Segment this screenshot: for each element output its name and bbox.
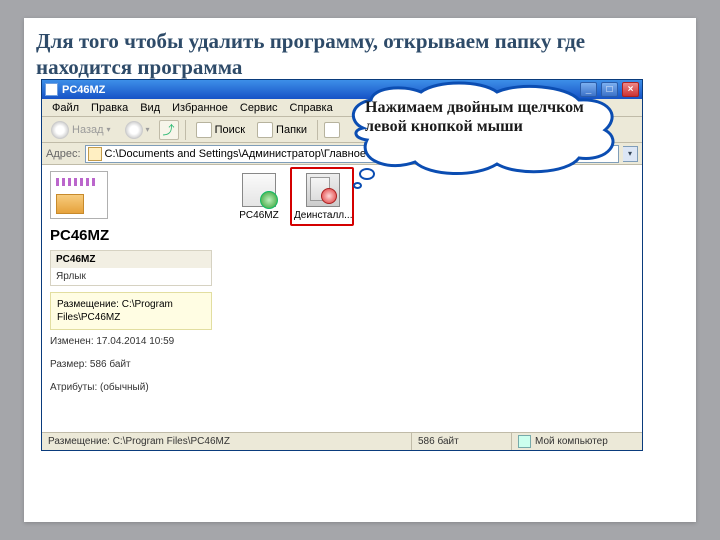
statusbar: Размещение: C:\Program Files\PC46MZ 586 … <box>42 432 642 450</box>
computer-icon <box>518 435 531 448</box>
menu-view[interactable]: Вид <box>136 101 164 115</box>
callout-tail-1 <box>359 168 375 180</box>
menu-help[interactable]: Справка <box>286 101 337 115</box>
details-block: PC46MZ Ярлык <box>50 250 212 286</box>
menu-tools[interactable]: Сервис <box>236 101 282 115</box>
search-icon <box>196 122 212 138</box>
folder-icon <box>88 147 102 161</box>
slide-headline: Для того чтобы удалить программу, открыв… <box>36 28 684 81</box>
attrs-row: Атрибуты: (обычный) <box>50 382 212 393</box>
menu-edit[interactable]: Правка <box>87 101 132 115</box>
file-list[interactable]: PC46MZ Деинсталл... <box>220 165 642 432</box>
pane-title: PC46MZ <box>50 227 212 244</box>
search-label: Поиск <box>215 124 245 136</box>
back-button[interactable]: ← Назад ▾ <box>46 120 116 140</box>
placement-label: Размещение: <box>57 299 119 310</box>
shortcut-icon <box>242 173 276 207</box>
folder-thumbnail <box>50 171 108 219</box>
modified-row: Изменен: 17.04.2014 10:59 <box>50 336 212 347</box>
content-area: PC46MZ PC46MZ Ярлык Размещение: C:\Progr… <box>42 165 642 432</box>
status-size: 586 байт <box>412 433 512 450</box>
window-title: PC46MZ <box>62 84 105 96</box>
forward-dropdown-icon: ▾ <box>146 125 150 134</box>
close-button[interactable]: × <box>622 82 639 97</box>
status-path: Размещение: C:\Program Files\PC46MZ <box>42 433 412 450</box>
menu-favorites[interactable]: Избранное <box>168 101 232 115</box>
callout-tail-2 <box>353 182 362 189</box>
info-pane: PC46MZ PC46MZ Ярлык Размещение: C:\Progr… <box>42 165 220 432</box>
back-label: Назад <box>72 124 104 136</box>
toolbar-separator <box>185 120 186 140</box>
menu-file[interactable]: Файл <box>48 101 83 115</box>
callout-bubble: Нажимаем двойным щелчком левой кнопкой м… <box>343 82 623 176</box>
forward-icon: → <box>125 121 143 139</box>
folders-label: Папки <box>276 124 307 136</box>
back-dropdown-icon: ▾ <box>107 125 111 134</box>
folders-icon <box>257 122 273 138</box>
toolbar-separator-2 <box>317 120 318 140</box>
up-button[interactable]: ⤴ <box>159 120 179 140</box>
file-label: PC46MZ <box>230 210 288 221</box>
status-scope: Мой компьютер <box>512 433 642 450</box>
address-dropdown-icon[interactable]: ▾ <box>623 146 638 162</box>
window-icon <box>45 83 58 96</box>
address-label: Адрес: <box>46 148 81 160</box>
callout-text: Нажимаем двойным щелчком левой кнопкой м… <box>365 98 605 136</box>
status-scope-label: Мой компьютер <box>535 436 608 447</box>
folders-button[interactable]: Папки <box>253 121 311 139</box>
forward-button[interactable]: → ▾ <box>120 120 155 140</box>
views-button[interactable] <box>324 122 340 138</box>
placement-box: Размещение: C:\Program Files\PC46MZ <box>50 292 212 330</box>
back-icon: ← <box>51 121 69 139</box>
search-button[interactable]: Поиск <box>192 121 249 139</box>
block-sub: Ярлык <box>51 268 211 285</box>
file-item-pc46mz[interactable]: PC46MZ <box>230 173 288 221</box>
block-header: PC46MZ <box>51 251 211 268</box>
size-row: Размер: 586 байт <box>50 359 212 370</box>
